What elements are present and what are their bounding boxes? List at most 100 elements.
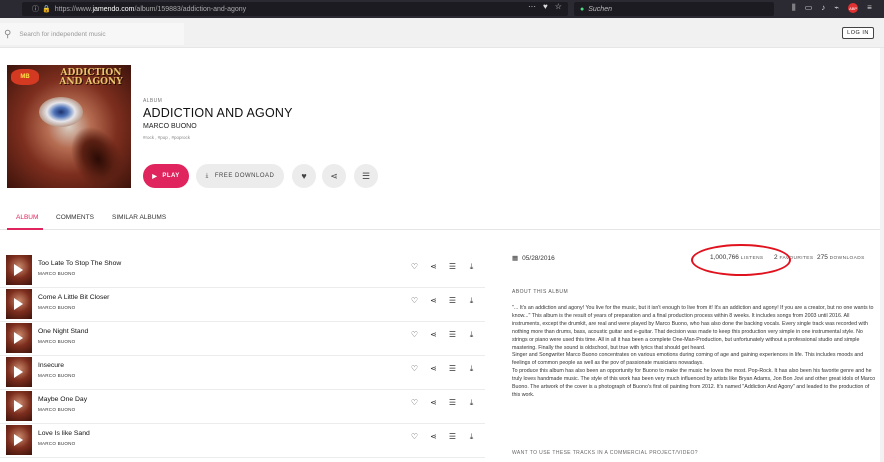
tab-album[interactable]: ALBUM [16,214,38,221]
playlist-add-icon[interactable]: ☰ [448,262,457,272]
play-icon [14,434,23,446]
play-icon: ▶ [152,173,158,180]
about-heading: ABOUT THIS ALBUM [512,289,569,295]
calendar-icon: ▦ [512,255,519,262]
track-thumbnail[interactable] [6,255,32,285]
album-artist-link[interactable]: MARCO BUONO [143,123,197,130]
share-button[interactable]: ⋖ [322,164,346,188]
download-icon[interactable]: ⤓ [467,330,476,340]
play-icon [14,264,23,276]
cover-logo: MB [11,69,39,85]
track-row[interactable]: Love Is like Sand MARCO BUONO ♡ ⋖ ☰ ⤓ [0,424,485,458]
favorite-button[interactable]: ♥ [292,164,316,188]
page-scrollbar[interactable] [880,48,884,462]
sync-icon[interactable]: ⌁ [834,3,839,13]
heart-icon[interactable]: ♡ [410,262,419,272]
track-title[interactable]: Too Late To Stop The Show [38,260,121,267]
track-title[interactable]: Love Is like Sand [38,430,90,437]
adblock-icon[interactable]: ABP [848,3,859,13]
tab-comments[interactable]: COMMENTS [56,214,94,221]
share-icon[interactable]: ⋖ [429,432,438,442]
site-search-input[interactable]: ⚲ Search for independent music [0,23,184,45]
track-artist[interactable]: MARCO BUONO [38,271,75,276]
pocket-icon[interactable]: ♥ [543,2,548,11]
download-icon[interactable]: ⤓ [467,432,476,442]
heart-icon[interactable]: ♡ [410,364,419,374]
free-download-button[interactable]: ⤓ FREE DOWNLOAD [196,164,284,188]
track-row[interactable]: One Night Stand MARCO BUONO ♡ ⋖ ☰ ⤓ [0,322,485,356]
playlist-add-icon[interactable]: ☰ [448,432,457,442]
track-actions: ♡ ⋖ ☰ ⤓ [410,296,476,306]
share-icon[interactable]: ⋖ [429,398,438,408]
share-icon[interactable]: ⋖ [429,330,438,340]
track-artist[interactable]: MARCO BUONO [38,339,75,344]
download-icon[interactable]: ⤓ [467,364,476,374]
site-search-placeholder: Search for independent music [19,30,106,38]
heart-icon[interactable]: ♡ [410,330,419,340]
address-bar[interactable]: ⓘ 🔒 https://www. jamendo.com/album/159883… [22,2,568,16]
commercial-use-heading[interactable]: WANT TO USE THESE TRACKS IN A COMMERCIAL… [512,450,698,456]
lock-icon[interactable]: 🔒 [42,5,51,13]
sidebar-icon[interactable]: ▭ [805,3,813,13]
track-artist[interactable]: MARCO BUONO [38,441,75,446]
browser-toolbar: ⓘ 🔒 https://www. jamendo.com/album/159883… [0,0,884,18]
playlist-add-icon[interactable]: ☰ [448,364,457,374]
share-icon[interactable]: ⋖ [429,364,438,374]
download-icon[interactable]: ⤓ [467,262,476,272]
share-icon[interactable]: ⋖ [429,296,438,306]
free-download-label: FREE DOWNLOAD [214,173,275,179]
menu-icon[interactable]: ≡ [867,3,872,13]
track-actions: ♡ ⋖ ☰ ⤓ [410,432,476,442]
track-thumbnail[interactable] [6,323,32,353]
track-thumbnail[interactable] [6,425,32,455]
about-paragraph: To produce this album has also been an o… [512,368,876,398]
extension-icon[interactable]: ♪ [821,3,825,13]
download-icon[interactable]: ⤓ [467,398,476,408]
track-artist[interactable]: MARCO BUONO [38,305,75,310]
about-paragraph: Singer and Songwriter Marco Buono concen… [512,352,864,367]
bookmark-star-icon[interactable]: ☆ [555,2,562,11]
url-path: /album/159883/addiction-and-agony [134,5,247,13]
more-icon[interactable]: ··· [528,2,536,11]
active-tab-indicator [7,228,43,230]
release-date: ▦ 05/28/2016 [512,254,555,263]
info-icon[interactable]: ⓘ [32,4,39,14]
track-actions: ♡ ⋖ ☰ ⤓ [410,262,476,272]
downloads-value: 275 [817,254,828,261]
playlist-add-icon[interactable]: ☰ [448,330,457,340]
tab-similar-albums[interactable]: SIMILAR ALBUMS [112,214,166,221]
play-icon [14,400,23,412]
url-prefix: https://www. [54,5,93,13]
track-row[interactable]: Too Late To Stop The Show MARCO BUONO ♡ ⋖ ☰ ⤓ [0,254,485,288]
downloads-label: DOWNLOADS [829,256,865,261]
track-title[interactable]: Maybe One Day [38,396,87,403]
track-row[interactable]: Insecure MARCO BUONO ♡ ⋖ ☰ ⤓ [0,356,485,390]
download-icon[interactable]: ⤓ [467,296,476,306]
heart-icon[interactable]: ♡ [410,398,419,408]
share-icon[interactable]: ⋖ [429,262,438,272]
track-artist[interactable]: MARCO BUONO [38,407,75,412]
toolbar-icons: ⫼ ▭ ♪ ⌁ ABP ≡ [792,3,872,13]
track-artist[interactable]: MARCO BUONO [38,373,75,378]
heart-icon[interactable]: ♡ [410,296,419,306]
track-title[interactable]: One Night Stand [38,328,88,335]
playlist-add-icon[interactable]: ☰ [448,296,457,306]
track-thumbnail[interactable] [6,289,32,319]
browser-search-box[interactable]: ● Suchen [574,2,774,16]
album-tags[interactable]: #rock , #pop , #poprock [143,135,190,140]
login-button[interactable]: LOG IN [842,27,874,39]
playlist-add-icon[interactable]: ☰ [448,398,457,408]
add-to-playlist-button[interactable]: ☰ [354,164,378,188]
track-title[interactable]: Insecure [38,362,64,369]
library-icon[interactable]: ⫼ [792,3,796,13]
track-thumbnail[interactable] [6,357,32,387]
track-thumbnail[interactable] [6,391,32,421]
about-paragraph: "... It's an addiction and agony! You li… [512,305,874,351]
downloads-stat: 275 DOWNLOADS [817,254,865,261]
play-icon [14,298,23,310]
heart-icon[interactable]: ♡ [410,432,419,442]
track-row[interactable]: Maybe One Day MARCO BUONO ♡ ⋖ ☰ ⤓ [0,390,485,424]
track-row[interactable]: Come A Little Bit Closer MARCO BUONO ♡ ⋖ ☰ ⤓ [0,288,485,322]
play-button[interactable]: ▶ PLAY [143,164,189,188]
track-title[interactable]: Come A Little Bit Closer [38,294,109,301]
